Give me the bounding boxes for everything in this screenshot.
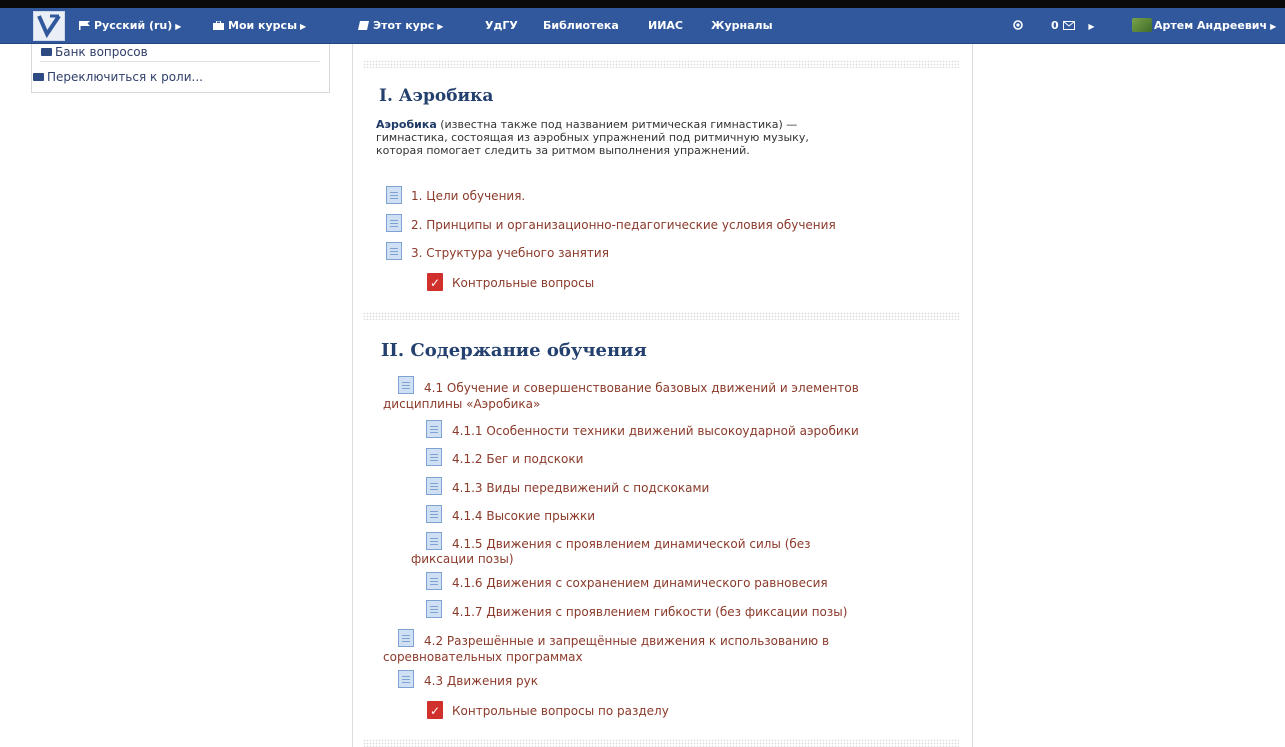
folder-icon bbox=[33, 73, 44, 81]
page-icon bbox=[398, 629, 414, 647]
page-icon bbox=[398, 376, 414, 394]
language-menu[interactable]: Русский (ru) ▶ bbox=[79, 8, 181, 43]
activity-link[interactable]: 4.1.7 Движения с проявлением гибкости (б… bbox=[452, 605, 847, 620]
activity-link[interactable]: 4.1.2 Бег и подскоки bbox=[452, 452, 583, 467]
top-navbar: Русский (ru) ▶ Мои курсы ▶ Этот курс ▶ УдГУ… bbox=[0, 8, 1285, 44]
summary-line: гимнастика, состоящая из аэробных упражн… bbox=[376, 131, 809, 144]
messages-count: 0 bbox=[1051, 19, 1059, 32]
page-icon bbox=[398, 670, 414, 688]
briefcase-icon bbox=[213, 9, 224, 30]
activity-link[interactable]: 4.1.3 Виды передвижений с подскоками bbox=[452, 481, 709, 496]
divider bbox=[40, 61, 320, 62]
flag-icon bbox=[79, 9, 90, 30]
page-icon bbox=[386, 214, 402, 232]
activity-link[interactable]: 3. Структура учебного занятия bbox=[411, 246, 609, 261]
activity-link[interactable]: Контрольные вопросы bbox=[452, 276, 594, 291]
notifications-toggle[interactable] bbox=[1013, 8, 1023, 43]
this-course-menu[interactable]: Этот курс ▶ bbox=[358, 8, 443, 43]
page-icon bbox=[386, 242, 402, 260]
activity-link[interactable]: 2. Принципы и организационно-педагогичес… bbox=[411, 218, 836, 233]
activity-link[interactable]: 4.3 Движения рук bbox=[424, 674, 538, 689]
section-title: I. Аэробика bbox=[379, 86, 494, 106]
activity-link[interactable]: 4.1.4 Высокие прыжки bbox=[452, 509, 595, 524]
summary-line: Аэробика (известна также под названием р… bbox=[376, 118, 936, 131]
activity-link[interactable]: 4.1.6 Движения с сохранением динамическо… bbox=[452, 576, 828, 591]
activity-link-continued[interactable]: фиксации позы) bbox=[411, 552, 514, 567]
my-courses-menu[interactable]: Мои курсы ▶ bbox=[213, 8, 306, 43]
avatar bbox=[1132, 18, 1152, 32]
activity-link[interactable]: 4.1.5 Движения с проявлением динамическо… bbox=[452, 537, 811, 552]
section-separator bbox=[363, 739, 959, 747]
activity-link[interactable]: 4.1 Обучение и совершенствование базовых… bbox=[424, 381, 859, 396]
caret-right-icon: ▶ bbox=[175, 22, 182, 31]
nav-link-journals[interactable]: Журналы bbox=[711, 8, 773, 43]
book-icon bbox=[358, 9, 369, 30]
language-label: Русский (ru) bbox=[94, 19, 173, 32]
sidebar-item-label: Банк вопросов bbox=[55, 45, 148, 59]
envelope-icon bbox=[1062, 19, 1079, 32]
user-name: Артем Андреевич bbox=[1154, 19, 1268, 32]
page-icon bbox=[426, 420, 442, 438]
caret-right-icon: ▶ bbox=[437, 22, 444, 31]
section-summary: Аэробика (известна также под названием р… bbox=[376, 118, 936, 157]
circle-dot-icon bbox=[1013, 19, 1023, 32]
activity-link[interactable]: Контрольные вопросы по разделу bbox=[452, 704, 669, 719]
page-icon bbox=[426, 600, 442, 618]
section-title: II. Содержание обучения bbox=[381, 340, 647, 361]
top-border bbox=[0, 0, 1285, 8]
folder-icon bbox=[41, 48, 52, 56]
summary-line: которая помогает следить за ритмом выпол… bbox=[376, 144, 750, 157]
my-courses-label: Мои курсы bbox=[228, 19, 298, 32]
this-course-label: Этот курс bbox=[373, 19, 435, 32]
page-icon bbox=[426, 572, 442, 590]
summary-text: (известна также под названием ритмическа… bbox=[436, 118, 798, 131]
activity-link[interactable]: 4.2 Разрешённые и запрещённые движения к… bbox=[424, 634, 829, 649]
activity-link[interactable]: 1. Цели обучения. bbox=[411, 189, 525, 204]
section-separator bbox=[363, 60, 959, 68]
user-menu[interactable]: Артем Андреевич ▶ bbox=[1132, 8, 1276, 43]
quiz-icon: ✓ bbox=[427, 701, 443, 719]
site-logo[interactable] bbox=[33, 11, 65, 41]
page-icon bbox=[426, 505, 442, 523]
administration-block: Банк вопросов Переключиться к роли... bbox=[31, 44, 330, 93]
caret-right-icon: ▶ bbox=[300, 22, 307, 31]
page-icon bbox=[426, 477, 442, 495]
summary-term: Аэробика bbox=[376, 118, 437, 131]
nav-link-library[interactable]: Библиотека bbox=[543, 8, 619, 43]
activity-link[interactable]: 4.1.1 Особенности техники движений высок… bbox=[452, 424, 859, 439]
sidebar-item-switch-role[interactable]: Переключиться к роли... bbox=[33, 70, 203, 84]
activity-link-continued[interactable]: соревновательных программах bbox=[383, 650, 583, 665]
section-separator bbox=[363, 312, 959, 320]
nav-link-iias[interactable]: ИИАС bbox=[648, 8, 683, 43]
page-icon bbox=[426, 532, 442, 550]
activity-link-continued[interactable]: дисциплины «Аэробика» bbox=[383, 397, 540, 412]
sidebar-item-label: Переключиться к роли... bbox=[47, 70, 203, 84]
sidebar-item-question-bank[interactable]: Банк вопросов bbox=[41, 45, 148, 59]
caret-right-icon: ▶ bbox=[1088, 22, 1095, 31]
caret-right-icon: ▶ bbox=[1270, 22, 1277, 31]
page-icon bbox=[386, 186, 402, 204]
nav-link-udgu[interactable]: УдГУ bbox=[485, 8, 518, 43]
messages-menu[interactable]: 0 ▶ bbox=[1051, 8, 1095, 43]
quiz-icon: ✓ bbox=[427, 273, 443, 291]
page-icon bbox=[426, 448, 442, 466]
